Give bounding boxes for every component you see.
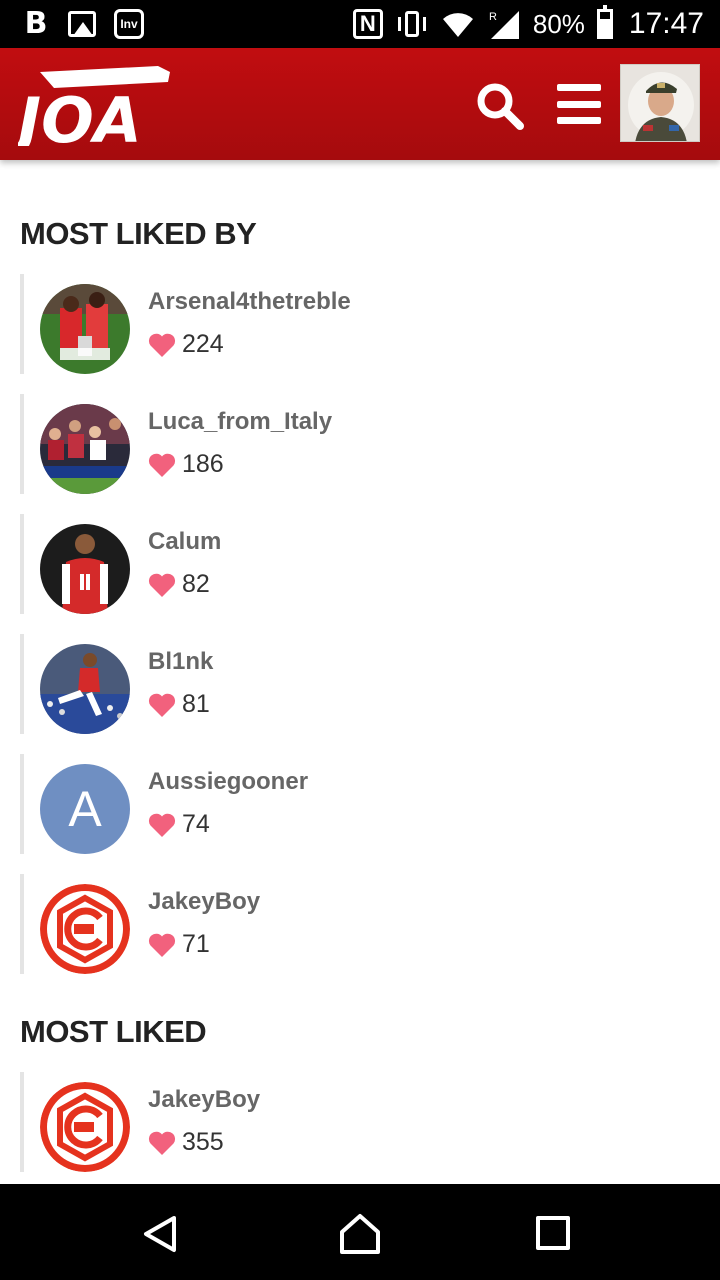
heart-icon	[148, 333, 176, 357]
heart-icon	[148, 813, 176, 837]
menu-icon[interactable]	[557, 84, 601, 124]
list-item[interactable]: JakeyBoy 355	[20, 1072, 700, 1172]
username[interactable]: JakeyBoy	[148, 888, 260, 916]
list-item[interactable]: Luca_from_Italy 186	[20, 394, 700, 494]
heart-icon	[148, 453, 176, 477]
battery-percent: 80%	[532, 9, 585, 39]
username[interactable]: Calum	[148, 528, 221, 556]
like-count-value: 186	[182, 450, 224, 478]
like-count-value: 81	[182, 690, 210, 718]
like-count-value: 82	[182, 570, 210, 598]
avatar-letter: A	[68, 781, 102, 837]
like-count: 71	[148, 930, 210, 959]
like-count-value: 224	[182, 330, 224, 358]
username[interactable]: Luca_from_Italy	[148, 408, 332, 436]
recents-icon[interactable]	[536, 1216, 570, 1250]
username[interactable]: Aussiegooner	[148, 768, 308, 796]
system-nav-bar	[0, 1184, 720, 1280]
liked-content: MOST LIKED BY Arsenal4thetreble 224 Luca…	[0, 160, 720, 1184]
user-avatar[interactable]	[40, 1082, 130, 1172]
like-count-value: 71	[182, 930, 210, 958]
user-avatar[interactable]	[40, 884, 130, 974]
heart-icon	[148, 573, 176, 597]
status-bar: B Inv N R 80% 17:47	[0, 0, 720, 48]
battery-icon	[596, 5, 613, 39]
user-avatar[interactable]	[620, 64, 700, 142]
logo-text: JOA	[18, 84, 142, 146]
username[interactable]: Arsenal4thetreble	[148, 288, 351, 316]
username[interactable]: Bl1nk	[148, 648, 213, 676]
user-avatar[interactable]	[40, 284, 130, 374]
back-icon[interactable]	[140, 1214, 180, 1254]
roaming-label: R	[489, 11, 497, 23]
vibrate-icon	[395, 9, 429, 39]
user-avatar[interactable]	[40, 404, 130, 494]
like-count-value: 355	[182, 1128, 224, 1156]
like-count: 186	[148, 450, 224, 479]
list-item[interactable]: Calum 82	[20, 514, 700, 614]
home-icon[interactable]	[338, 1212, 382, 1256]
list-item[interactable]: Arsenal4thetreble 224	[20, 274, 700, 374]
site-logo[interactable]: JOA	[18, 64, 182, 146]
nfc-icon: N	[352, 9, 383, 39]
clock: 17:47	[628, 7, 704, 40]
wifi-icon	[442, 13, 473, 37]
section-title-most-liked: MOST LIKED	[20, 1014, 207, 1049]
app-header: JOA	[0, 48, 720, 160]
list-item[interactable]: JakeyBoy 71	[20, 874, 700, 974]
inv-app-icon: Inv	[114, 9, 144, 39]
user-avatar[interactable]: A	[40, 764, 130, 854]
signal-icon: R	[489, 11, 519, 39]
like-count: 355	[148, 1128, 224, 1157]
heart-icon	[148, 693, 176, 717]
like-count: 81	[148, 690, 210, 719]
like-count-value: 74	[182, 810, 210, 838]
section-title-most-liked-by: MOST LIKED BY	[20, 216, 257, 251]
like-count: 82	[148, 570, 210, 599]
like-count: 74	[148, 810, 210, 839]
user-avatar[interactable]	[40, 644, 130, 734]
b-app-icon: B	[24, 6, 48, 41]
search-icon[interactable]	[476, 82, 524, 130]
like-count: 224	[148, 330, 224, 359]
heart-icon	[148, 933, 176, 957]
list-item[interactable]: Bl1nk 81	[20, 634, 700, 734]
list-item[interactable]: A Aussiegooner 74	[20, 754, 700, 854]
user-avatar[interactable]	[40, 524, 130, 614]
heart-icon	[148, 1131, 176, 1155]
username[interactable]: JakeyBoy	[148, 1086, 260, 1114]
image-icon	[68, 11, 96, 37]
